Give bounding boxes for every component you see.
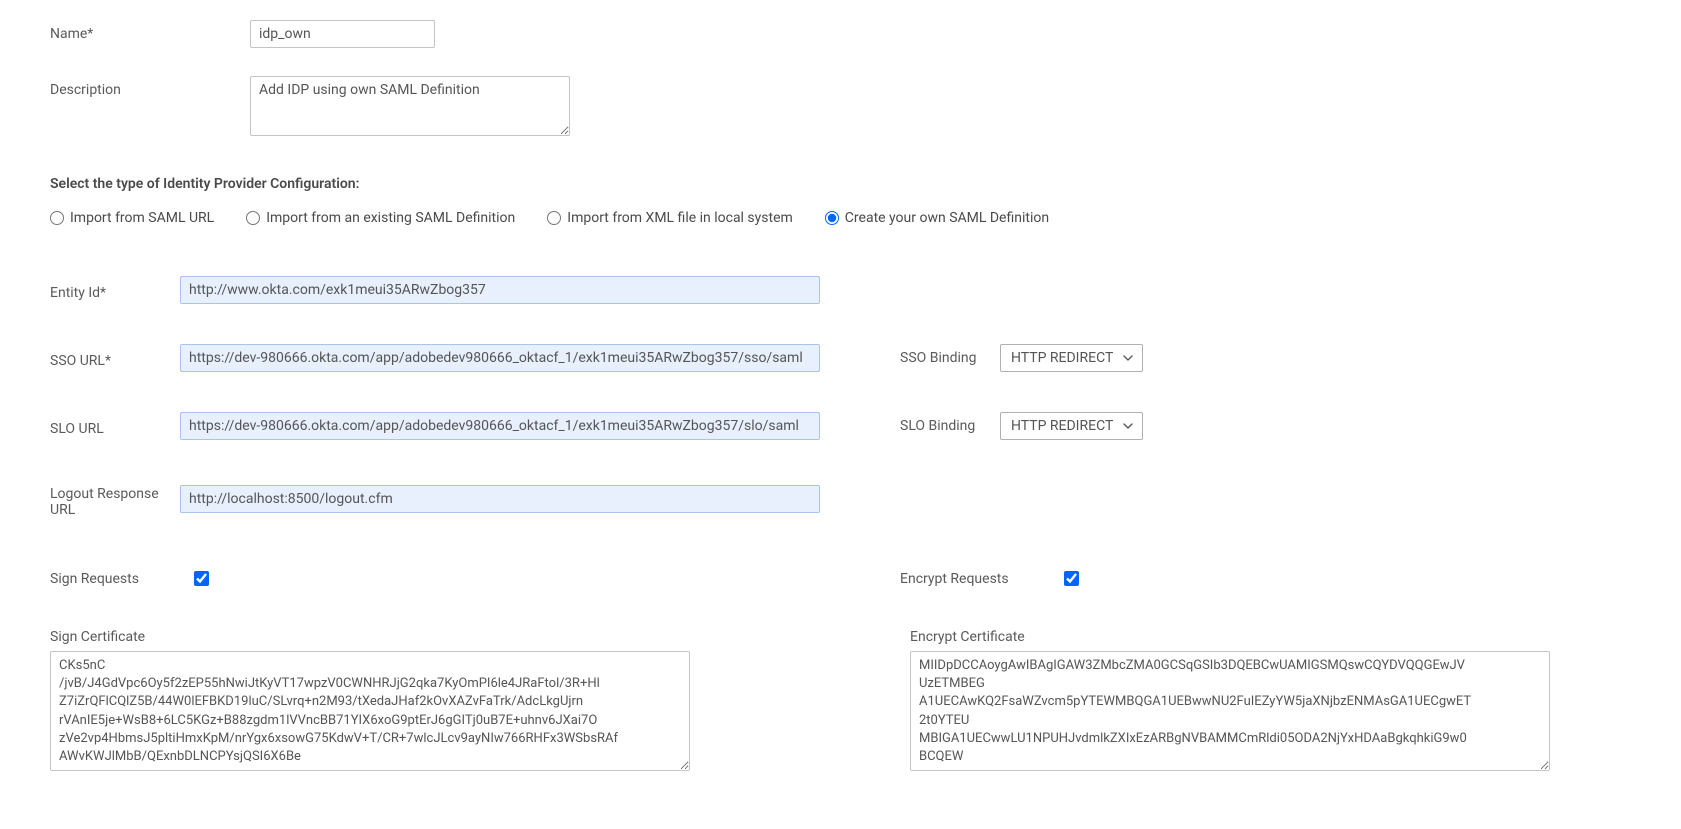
sso-binding-label: SSO Binding xyxy=(900,350,1000,366)
radio-import-saml-url[interactable] xyxy=(50,211,64,225)
radio-import-xml-file[interactable] xyxy=(547,211,561,225)
radio-create-own[interactable] xyxy=(825,211,839,225)
radio-import-existing-label[interactable]: Import from an existing SAML Definition xyxy=(266,210,515,226)
name-label: Name* xyxy=(50,20,250,42)
radio-import-saml-url-label[interactable]: Import from SAML URL xyxy=(70,210,214,226)
logout-response-url-input[interactable] xyxy=(180,485,820,513)
sign-certificate-label: Sign Certificate xyxy=(50,629,690,645)
config-type-section-label: Select the type of Identity Provider Con… xyxy=(50,176,1631,192)
description-textarea[interactable] xyxy=(250,76,570,136)
description-label: Description xyxy=(50,76,250,98)
slo-binding-select[interactable]: HTTP REDIRECT xyxy=(1000,412,1143,440)
radio-import-xml-file-label[interactable]: Import from XML file in local system xyxy=(567,210,793,226)
sign-requests-checkbox[interactable] xyxy=(194,571,209,586)
encrypt-certificate-textarea[interactable] xyxy=(910,651,1550,771)
sign-requests-label: Sign Requests xyxy=(50,571,170,587)
encrypt-requests-checkbox[interactable] xyxy=(1064,571,1079,586)
sso-url-label: SSO URL* xyxy=(50,347,180,369)
entity-id-label: Entity Id* xyxy=(50,279,180,301)
radio-create-own-label[interactable]: Create your own SAML Definition xyxy=(845,210,1049,226)
radio-import-existing[interactable] xyxy=(246,211,260,225)
config-type-radio-group: Import from SAML URL Import from an exis… xyxy=(50,210,1631,226)
slo-url-input[interactable] xyxy=(180,412,820,440)
logout-response-url-label: Logout Response URL xyxy=(50,480,180,518)
name-input[interactable] xyxy=(250,20,435,48)
entity-id-input[interactable] xyxy=(180,276,820,304)
slo-url-label: SLO URL xyxy=(50,415,180,437)
sso-url-input[interactable] xyxy=(180,344,820,372)
encrypt-requests-label: Encrypt Requests xyxy=(900,571,1040,587)
encrypt-certificate-label: Encrypt Certificate xyxy=(910,629,1550,645)
sso-binding-select[interactable]: HTTP REDIRECT xyxy=(1000,344,1143,372)
slo-binding-label: SLO Binding xyxy=(900,418,1000,434)
sign-certificate-textarea[interactable] xyxy=(50,651,690,771)
